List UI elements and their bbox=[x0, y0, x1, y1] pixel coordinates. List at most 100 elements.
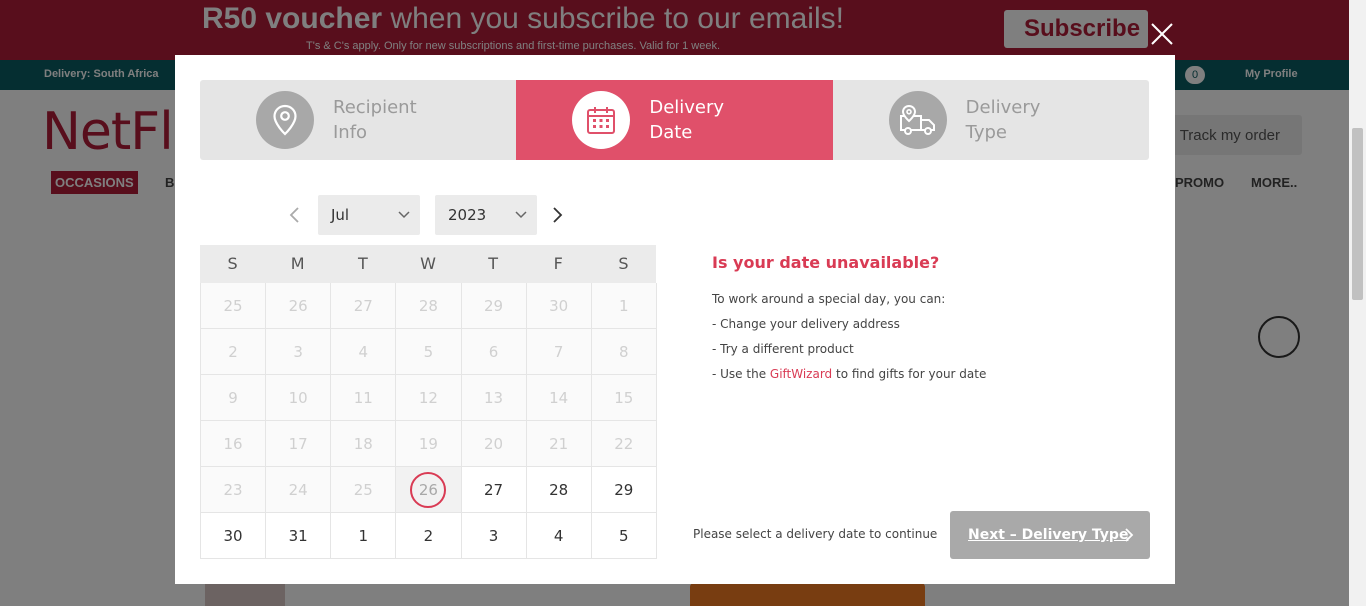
next-delivery-type-button[interactable]: Next – Delivery Type bbox=[950, 511, 1150, 559]
calendar-day: 21 bbox=[526, 421, 592, 467]
calendar-day[interactable]: 2 bbox=[396, 513, 462, 559]
calendar-day: 22 bbox=[591, 421, 657, 467]
calendar-day: 1 bbox=[591, 283, 657, 329]
day-number: 30 bbox=[223, 526, 243, 545]
step-label: Delivery Type bbox=[965, 97, 1041, 143]
day-number: 5 bbox=[619, 526, 629, 545]
day-number: 24 bbox=[288, 480, 308, 499]
step-label: Delivery Date bbox=[649, 97, 725, 143]
calendar-day[interactable]: 1 bbox=[331, 513, 397, 559]
calendar-day: 30 bbox=[526, 283, 592, 329]
day-number: 28 bbox=[418, 296, 438, 315]
help-intro: To work around a special day, you can: bbox=[712, 292, 946, 306]
today-ring bbox=[410, 471, 447, 508]
close-icon[interactable] bbox=[1150, 22, 1174, 46]
day-number: 10 bbox=[288, 388, 308, 407]
month-select[interactable]: Jul bbox=[318, 195, 420, 235]
day-number: 28 bbox=[549, 480, 569, 499]
calendar-day-selected[interactable]: 26 bbox=[396, 467, 462, 513]
day-number: 23 bbox=[223, 480, 243, 499]
year-select[interactable]: 2023 bbox=[435, 195, 537, 235]
calendar-day[interactable]: 5 bbox=[591, 513, 657, 559]
checkout-steps: Recipient Info Delivery Date Delivery Ty… bbox=[200, 80, 1149, 160]
chevron-right-icon[interactable] bbox=[547, 205, 567, 225]
day-number: 3 bbox=[488, 526, 499, 545]
calendar-day[interactable]: 31 bbox=[266, 513, 332, 559]
weekday-header: S M T W T F S bbox=[200, 245, 656, 283]
weekday-label: T bbox=[357, 254, 368, 273]
weekday-label: T bbox=[488, 254, 499, 273]
day-number: 6 bbox=[488, 342, 499, 361]
day-number: 17 bbox=[288, 434, 308, 453]
calendar-day: 8 bbox=[591, 329, 657, 375]
help-line: - Change your delivery address bbox=[712, 317, 900, 331]
weekday-label: S bbox=[227, 254, 238, 273]
select-date-message: Please select a delivery date to continu… bbox=[693, 527, 938, 541]
day-number: 29 bbox=[614, 480, 634, 499]
calendar-day: 9 bbox=[201, 375, 267, 421]
step-recipient-info[interactable]: Recipient Info bbox=[200, 80, 517, 160]
calendar-day: 27 bbox=[331, 283, 397, 329]
calendar-day[interactable]: 30 bbox=[201, 513, 267, 559]
day-number: 2 bbox=[228, 342, 238, 361]
day-number: 5 bbox=[423, 342, 434, 361]
calendar-day: 3 bbox=[266, 329, 332, 375]
delivery-truck-icon bbox=[888, 91, 947, 149]
calendar-day: 20 bbox=[461, 421, 527, 467]
day-number: 27 bbox=[484, 480, 504, 499]
calendar-icon bbox=[572, 91, 631, 149]
scrollbar-thumb[interactable] bbox=[1352, 128, 1363, 300]
calendar-day: 11 bbox=[331, 375, 397, 421]
calendar-day: 23 bbox=[201, 467, 267, 513]
step-label: Recipient Info bbox=[333, 97, 417, 143]
help-line: - Try a different product bbox=[712, 342, 854, 356]
day-number: 29 bbox=[484, 296, 504, 315]
day-number: 1 bbox=[619, 296, 629, 315]
calendar-day: 15 bbox=[591, 375, 657, 421]
day-number: 20 bbox=[484, 434, 504, 453]
calendar-day: 12 bbox=[396, 375, 462, 421]
calendar-day[interactable]: 27 bbox=[461, 467, 527, 513]
calendar-day: 13 bbox=[461, 375, 527, 421]
giftwizard-link[interactable]: GiftWizard bbox=[770, 367, 832, 381]
calendar-day: 25 bbox=[331, 467, 397, 513]
step-delivery-type[interactable]: Delivery Type bbox=[832, 80, 1149, 160]
calendar-day[interactable]: 3 bbox=[461, 513, 527, 559]
calendar-day: 6 bbox=[461, 329, 527, 375]
calendar-day[interactable]: 28 bbox=[526, 467, 592, 513]
step-delivery-date[interactable]: Delivery Date bbox=[516, 80, 833, 160]
day-number: 30 bbox=[549, 296, 569, 315]
day-number: 2 bbox=[423, 526, 434, 545]
day-number: 26 bbox=[288, 296, 308, 315]
weekday-label: F bbox=[553, 254, 563, 273]
day-number: 8 bbox=[619, 342, 629, 361]
chevron-left-icon[interactable] bbox=[285, 205, 305, 225]
day-number: 3 bbox=[293, 342, 303, 361]
day-number: 15 bbox=[614, 388, 634, 407]
calendar-day: 5 bbox=[396, 329, 462, 375]
weekday-label: W bbox=[420, 254, 436, 273]
day-number: 21 bbox=[549, 434, 569, 453]
day-number: 18 bbox=[353, 434, 373, 453]
calendar-day[interactable]: 29 bbox=[591, 467, 657, 513]
day-number: 7 bbox=[553, 342, 564, 361]
help-line: - Use the GiftWizard to find gifts for y… bbox=[712, 367, 987, 381]
calendar-day: 29 bbox=[461, 283, 527, 329]
day-number: 9 bbox=[228, 388, 238, 407]
weekday-label: M bbox=[290, 254, 305, 273]
location-pin-icon bbox=[256, 91, 314, 149]
calendar-day: 17 bbox=[266, 421, 332, 467]
day-number: 27 bbox=[353, 296, 373, 315]
calendar-day: 24 bbox=[266, 467, 332, 513]
calendar-day: 25 bbox=[201, 283, 267, 329]
day-number: 16 bbox=[223, 434, 243, 453]
day-number: 25 bbox=[223, 296, 243, 315]
calendar-day: 2 bbox=[201, 329, 267, 375]
day-number: 19 bbox=[418, 434, 438, 453]
calendar-day: 19 bbox=[396, 421, 462, 467]
page-scrollbar[interactable] bbox=[1349, 0, 1366, 606]
day-number: 4 bbox=[553, 526, 564, 545]
calendar-day[interactable]: 4 bbox=[526, 513, 592, 559]
help-title: Is your date unavailable? bbox=[712, 253, 940, 272]
calendar-day: 26 bbox=[266, 283, 332, 329]
